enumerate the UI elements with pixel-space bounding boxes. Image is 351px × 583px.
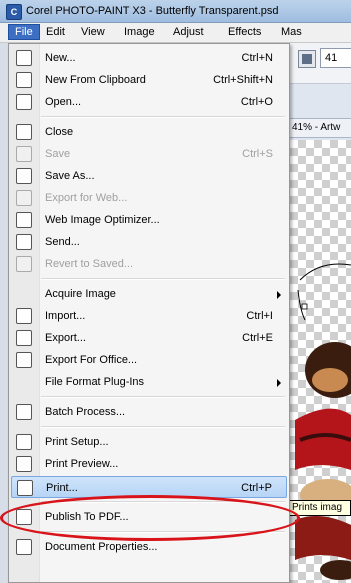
menu-item-open[interactable]: Open... Ctrl+O	[11, 91, 287, 113]
batch-process-icon	[16, 404, 32, 420]
info-icon	[16, 539, 32, 555]
menu-item-acquire-image[interactable]: Acquire Image	[11, 283, 287, 305]
menu-adjust[interactable]: Adjust	[173, 26, 204, 38]
menu-item-new-from-clipboard[interactable]: New From Clipboard Ctrl+Shift+N	[11, 69, 287, 91]
menu-item-close[interactable]: Close	[11, 121, 287, 143]
menu-item-label: Revert to Saved...	[45, 258, 134, 270]
menu-separator	[41, 116, 285, 118]
menu-item-label: Web Image Optimizer...	[45, 214, 160, 226]
zoom-level-field[interactable]: 41	[320, 48, 351, 68]
submenu-arrow-icon	[277, 379, 281, 387]
menu-separator	[41, 278, 285, 280]
document-tab[interactable]: 41% - Artw	[290, 118, 351, 138]
menu-item-label: New...	[45, 52, 76, 64]
save-as-icon	[16, 168, 32, 184]
menu-bar: File Edit View Image Adjust Effects Mas	[0, 23, 351, 43]
menu-item-label: Export for Web...	[45, 192, 128, 204]
menu-item-print-setup[interactable]: Print Setup...	[11, 431, 287, 453]
menu-item-label: Save As...	[45, 170, 95, 182]
print-preview-icon	[16, 456, 32, 472]
printer-icon	[17, 480, 33, 496]
menu-item-shortcut: Ctrl+E	[242, 332, 273, 344]
export-icon	[16, 330, 32, 346]
menu-item-label: File Format Plug-Ins	[45, 376, 145, 388]
menu-item-save: Save Ctrl+S	[11, 143, 287, 165]
menu-separator	[41, 426, 285, 428]
menu-separator	[41, 396, 285, 398]
menu-item-label: Export...	[45, 332, 86, 344]
annotation-red-ellipse	[0, 495, 300, 541]
workspace-left-edge	[0, 43, 8, 583]
menu-item-label: Print...	[46, 482, 78, 494]
menu-item-label: Batch Process...	[45, 406, 126, 418]
window-title: Corel PHOTO-PAINT X3 - Butterfly Transpa…	[26, 5, 279, 17]
menu-item-shortcut: Ctrl+Shift+N	[213, 74, 273, 86]
save-icon	[16, 146, 32, 162]
menu-item-batch-process[interactable]: Batch Process...	[11, 401, 287, 423]
menu-item-label: Print Setup...	[45, 436, 109, 448]
menu-item-web-image-optimizer[interactable]: Web Image Optimizer...	[11, 209, 287, 231]
clipboard-icon	[16, 72, 32, 88]
menu-item-label: Acquire Image	[45, 288, 116, 300]
menu-item-file-format-plug-ins[interactable]: File Format Plug-Ins	[11, 371, 287, 393]
menu-item-revert-to-saved: Revert to Saved...	[11, 253, 287, 275]
menu-item-shortcut: Ctrl+I	[246, 310, 273, 322]
title-bar: C Corel PHOTO-PAINT X3 - Butterfly Trans…	[0, 0, 351, 23]
new-document-icon	[16, 50, 32, 66]
web-optimizer-icon	[16, 212, 32, 228]
menu-item-send[interactable]: Send...	[11, 231, 287, 253]
close-document-icon	[16, 124, 32, 140]
menu-mask[interactable]: Mas	[281, 26, 302, 38]
menu-effects[interactable]: Effects	[228, 26, 261, 38]
menu-item-label: Send...	[45, 236, 80, 248]
import-icon	[16, 308, 32, 324]
menu-item-label: Close	[45, 126, 74, 138]
export-web-icon	[16, 190, 32, 206]
open-folder-icon	[16, 94, 32, 110]
menu-item-shortcut: Ctrl+S	[242, 148, 273, 160]
menu-file[interactable]: File	[8, 24, 40, 40]
menu-item-label: New From Clipboard	[45, 74, 146, 86]
print-setup-icon	[16, 434, 32, 450]
menu-item-shortcut: Ctrl+O	[240, 96, 273, 108]
menu-item-shortcut: Ctrl+P	[241, 482, 272, 494]
revert-icon	[16, 256, 32, 272]
send-icon	[16, 234, 32, 250]
menu-item-import[interactable]: Import... Ctrl+I	[11, 305, 287, 327]
menu-item-new[interactable]: New... Ctrl+N	[11, 47, 287, 69]
menu-item-shortcut: Ctrl+N	[241, 52, 273, 64]
menu-image[interactable]: Image	[124, 26, 155, 38]
menu-item-label: Print Preview...	[45, 458, 119, 470]
toolbar-image-icon[interactable]	[298, 50, 316, 68]
menu-item-print-preview[interactable]: Print Preview...	[11, 453, 287, 475]
menu-item-label: Open...	[45, 96, 82, 108]
menu-item-export-for-office[interactable]: Export For Office...	[11, 349, 287, 371]
menu-item-label: Export For Office...	[45, 354, 138, 366]
menu-item-export[interactable]: Export... Ctrl+E	[11, 327, 287, 349]
menu-item-save-as[interactable]: Save As...	[11, 165, 287, 187]
submenu-arrow-icon	[277, 291, 281, 299]
corel-app-icon[interactable]: C	[6, 4, 22, 20]
menu-item-label: Save	[45, 148, 71, 160]
export-office-icon	[16, 352, 32, 368]
menu-edit[interactable]: Edit	[46, 26, 65, 38]
menu-item-label: Document Properties...	[45, 541, 158, 553]
menu-view[interactable]: View	[81, 26, 105, 38]
menu-item-label: Import...	[45, 310, 86, 322]
menu-item-export-for-web: Export for Web...	[11, 187, 287, 209]
